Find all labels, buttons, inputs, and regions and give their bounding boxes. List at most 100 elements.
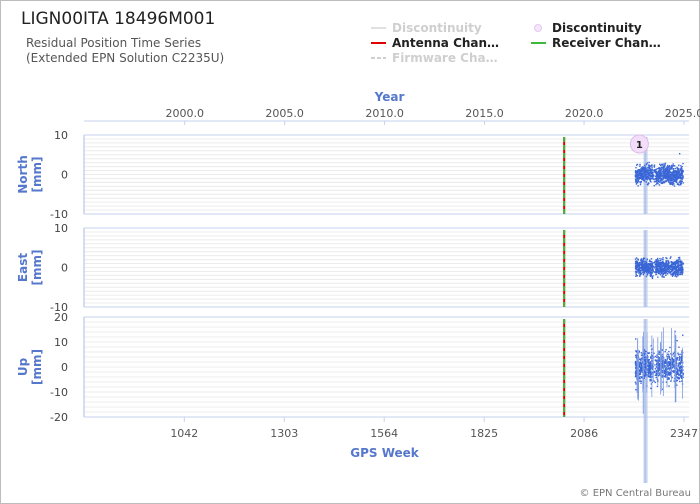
data-point	[639, 371, 642, 374]
y-tick-label: -20	[50, 411, 68, 424]
data-point	[656, 260, 658, 262]
data-point	[678, 358, 681, 361]
data-point	[671, 177, 674, 179]
data-point	[646, 183, 648, 185]
data-point	[666, 178, 669, 180]
data-point	[651, 276, 654, 278]
data-point	[638, 264, 641, 266]
data-point	[676, 379, 679, 382]
data-point	[679, 355, 681, 358]
data-point	[657, 259, 659, 261]
data-point	[644, 366, 646, 368]
data-point	[681, 261, 683, 264]
data-point	[655, 265, 657, 268]
data-point	[650, 265, 652, 267]
data-point	[658, 262, 660, 264]
data-point	[667, 164, 669, 167]
data-point	[663, 269, 665, 271]
data-point	[651, 165, 653, 167]
data-point	[668, 358, 671, 361]
data-point	[673, 185, 676, 187]
data-point	[643, 172, 646, 174]
data-point	[639, 275, 641, 277]
data-point	[675, 170, 678, 172]
data-point	[651, 168, 653, 171]
data-point	[665, 257, 667, 259]
data-point	[667, 179, 670, 182]
data-point	[644, 350, 646, 353]
data-point	[665, 265, 667, 267]
data-point	[658, 359, 660, 361]
data-point	[670, 167, 673, 169]
data-point	[662, 167, 664, 170]
data-point	[676, 384, 678, 386]
data-point	[656, 270, 659, 272]
data-point	[656, 257, 659, 260]
data-point	[677, 264, 679, 267]
data-point	[643, 271, 645, 274]
data-point	[653, 170, 655, 173]
data-point	[656, 268, 658, 270]
data-point	[672, 359, 674, 362]
data-point	[659, 257, 661, 260]
data-point	[661, 264, 663, 266]
data-point	[653, 169, 655, 171]
legend-item: Discontinuity	[534, 21, 642, 35]
data-point	[649, 267, 651, 269]
data-point	[664, 180, 666, 182]
y-axis-label: Up[mm]	[16, 349, 44, 385]
data-point	[644, 262, 646, 264]
y-tick-label: 10	[54, 129, 68, 142]
data-point	[647, 268, 650, 270]
data-point	[681, 273, 683, 276]
legend-item: Firmware Cha…	[371, 51, 498, 65]
data-point	[648, 174, 650, 176]
data-point	[679, 372, 682, 374]
data-point	[638, 173, 641, 176]
y-tick-label: -10	[50, 386, 68, 399]
data-point	[646, 258, 648, 260]
legend-item: Receiver Chan…	[531, 36, 661, 50]
data-point	[681, 180, 683, 182]
data-point	[669, 180, 672, 182]
data-point	[680, 169, 682, 172]
bottom-axis-tick-label: 1303	[270, 427, 298, 440]
data-point	[640, 377, 643, 379]
data-point	[651, 269, 654, 271]
data-point	[676, 176, 678, 178]
data-point	[657, 170, 660, 172]
data-point	[635, 167, 637, 169]
data-point	[658, 265, 660, 267]
data-point	[662, 169, 665, 172]
data-point	[678, 261, 681, 263]
data-point	[669, 374, 672, 376]
data-point	[665, 260, 667, 262]
data-point	[676, 373, 678, 375]
data-point	[673, 265, 675, 268]
data-point	[649, 375, 651, 378]
data-point	[655, 183, 657, 186]
data-point	[656, 182, 658, 184]
data-point	[650, 181, 652, 183]
data-point	[635, 179, 637, 182]
data-point	[676, 174, 678, 176]
data-point	[671, 275, 674, 277]
data-point	[658, 180, 660, 182]
data-point	[669, 264, 671, 267]
data-point	[659, 267, 662, 270]
data-point	[638, 265, 641, 268]
data-point	[666, 273, 668, 275]
data-point	[668, 361, 670, 363]
data-point	[682, 334, 684, 336]
y-axis-label-line: North	[16, 155, 30, 193]
data-point	[680, 357, 683, 359]
y-axis-label: North[mm]	[16, 155, 44, 193]
data-point	[645, 163, 648, 165]
data-point	[641, 175, 644, 177]
y-tick-label: 0	[61, 262, 68, 275]
y-axis-label-line: Up	[16, 357, 30, 376]
data-point	[649, 366, 652, 369]
data-point	[654, 271, 657, 274]
data-point	[653, 371, 656, 374]
data-point	[660, 272, 663, 274]
